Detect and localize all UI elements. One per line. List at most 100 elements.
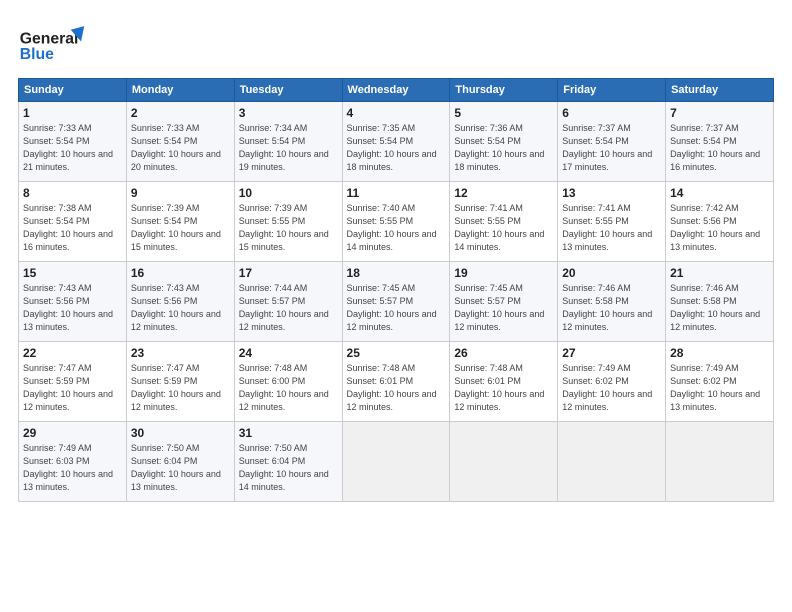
calendar-table: Sunday Monday Tuesday Wednesday Thursday…	[18, 78, 774, 502]
calendar-cell: 23 Sunrise: 7:47 AM Sunset: 5:59 PM Dayl…	[126, 342, 234, 422]
day-number: 12	[454, 186, 553, 200]
day-info: Sunrise: 7:46 AM Sunset: 5:58 PM Dayligh…	[670, 282, 769, 334]
calendar-cell: 30 Sunrise: 7:50 AM Sunset: 6:04 PM Dayl…	[126, 422, 234, 502]
day-info: Sunrise: 7:38 AM Sunset: 5:54 PM Dayligh…	[23, 202, 122, 254]
day-number: 11	[347, 186, 446, 200]
day-info: Sunrise: 7:48 AM Sunset: 6:01 PM Dayligh…	[347, 362, 446, 414]
calendar-cell	[342, 422, 450, 502]
header-saturday: Saturday	[666, 79, 774, 102]
day-info: Sunrise: 7:35 AM Sunset: 5:54 PM Dayligh…	[347, 122, 446, 174]
day-number: 30	[131, 426, 230, 440]
calendar-cell: 1 Sunrise: 7:33 AM Sunset: 5:54 PM Dayli…	[19, 102, 127, 182]
calendar-cell: 28 Sunrise: 7:49 AM Sunset: 6:02 PM Dayl…	[666, 342, 774, 422]
logo-svg: General Blue	[18, 18, 88, 68]
calendar-cell: 3 Sunrise: 7:34 AM Sunset: 5:54 PM Dayli…	[234, 102, 342, 182]
day-number: 7	[670, 106, 769, 120]
calendar-row-5: 29 Sunrise: 7:49 AM Sunset: 6:03 PM Dayl…	[19, 422, 774, 502]
day-info: Sunrise: 7:37 AM Sunset: 5:54 PM Dayligh…	[670, 122, 769, 174]
day-info: Sunrise: 7:49 AM Sunset: 6:03 PM Dayligh…	[23, 442, 122, 494]
day-info: Sunrise: 7:39 AM Sunset: 5:54 PM Dayligh…	[131, 202, 230, 254]
calendar-header-row: Sunday Monday Tuesday Wednesday Thursday…	[19, 79, 774, 102]
day-number: 9	[131, 186, 230, 200]
calendar-cell: 27 Sunrise: 7:49 AM Sunset: 6:02 PM Dayl…	[558, 342, 666, 422]
day-number: 17	[239, 266, 338, 280]
header-tuesday: Tuesday	[234, 79, 342, 102]
calendar-cell	[450, 422, 558, 502]
day-number: 3	[239, 106, 338, 120]
day-info: Sunrise: 7:34 AM Sunset: 5:54 PM Dayligh…	[239, 122, 338, 174]
calendar-cell: 29 Sunrise: 7:49 AM Sunset: 6:03 PM Dayl…	[19, 422, 127, 502]
day-number: 20	[562, 266, 661, 280]
calendar-row-1: 1 Sunrise: 7:33 AM Sunset: 5:54 PM Dayli…	[19, 102, 774, 182]
calendar-cell: 12 Sunrise: 7:41 AM Sunset: 5:55 PM Dayl…	[450, 182, 558, 262]
day-info: Sunrise: 7:33 AM Sunset: 5:54 PM Dayligh…	[131, 122, 230, 174]
calendar-row-3: 15 Sunrise: 7:43 AM Sunset: 5:56 PM Dayl…	[19, 262, 774, 342]
day-number: 5	[454, 106, 553, 120]
day-info: Sunrise: 7:48 AM Sunset: 6:00 PM Dayligh…	[239, 362, 338, 414]
calendar-cell: 2 Sunrise: 7:33 AM Sunset: 5:54 PM Dayli…	[126, 102, 234, 182]
logo: General Blue	[18, 18, 88, 68]
header-sunday: Sunday	[19, 79, 127, 102]
header: General Blue	[18, 18, 774, 68]
day-info: Sunrise: 7:44 AM Sunset: 5:57 PM Dayligh…	[239, 282, 338, 334]
calendar-cell: 11 Sunrise: 7:40 AM Sunset: 5:55 PM Dayl…	[342, 182, 450, 262]
day-info: Sunrise: 7:40 AM Sunset: 5:55 PM Dayligh…	[347, 202, 446, 254]
day-number: 4	[347, 106, 446, 120]
day-info: Sunrise: 7:43 AM Sunset: 5:56 PM Dayligh…	[131, 282, 230, 334]
day-number: 27	[562, 346, 661, 360]
day-number: 28	[670, 346, 769, 360]
day-number: 25	[347, 346, 446, 360]
day-info: Sunrise: 7:49 AM Sunset: 6:02 PM Dayligh…	[562, 362, 661, 414]
calendar-cell: 8 Sunrise: 7:38 AM Sunset: 5:54 PM Dayli…	[19, 182, 127, 262]
day-number: 29	[23, 426, 122, 440]
day-info: Sunrise: 7:42 AM Sunset: 5:56 PM Dayligh…	[670, 202, 769, 254]
calendar-cell: 24 Sunrise: 7:48 AM Sunset: 6:00 PM Dayl…	[234, 342, 342, 422]
day-info: Sunrise: 7:47 AM Sunset: 5:59 PM Dayligh…	[23, 362, 122, 414]
calendar-cell: 19 Sunrise: 7:45 AM Sunset: 5:57 PM Dayl…	[450, 262, 558, 342]
header-friday: Friday	[558, 79, 666, 102]
day-number: 6	[562, 106, 661, 120]
day-number: 18	[347, 266, 446, 280]
svg-text:Blue: Blue	[20, 46, 54, 63]
day-info: Sunrise: 7:46 AM Sunset: 5:58 PM Dayligh…	[562, 282, 661, 334]
day-info: Sunrise: 7:45 AM Sunset: 5:57 PM Dayligh…	[347, 282, 446, 334]
day-info: Sunrise: 7:36 AM Sunset: 5:54 PM Dayligh…	[454, 122, 553, 174]
calendar-cell: 4 Sunrise: 7:35 AM Sunset: 5:54 PM Dayli…	[342, 102, 450, 182]
calendar-cell: 9 Sunrise: 7:39 AM Sunset: 5:54 PM Dayli…	[126, 182, 234, 262]
calendar-cell: 10 Sunrise: 7:39 AM Sunset: 5:55 PM Dayl…	[234, 182, 342, 262]
day-info: Sunrise: 7:39 AM Sunset: 5:55 PM Dayligh…	[239, 202, 338, 254]
day-number: 24	[239, 346, 338, 360]
day-number: 23	[131, 346, 230, 360]
day-info: Sunrise: 7:41 AM Sunset: 5:55 PM Dayligh…	[454, 202, 553, 254]
calendar-row-4: 22 Sunrise: 7:47 AM Sunset: 5:59 PM Dayl…	[19, 342, 774, 422]
calendar-cell: 6 Sunrise: 7:37 AM Sunset: 5:54 PM Dayli…	[558, 102, 666, 182]
day-info: Sunrise: 7:47 AM Sunset: 5:59 PM Dayligh…	[131, 362, 230, 414]
day-info: Sunrise: 7:50 AM Sunset: 6:04 PM Dayligh…	[131, 442, 230, 494]
svg-text:General: General	[20, 30, 79, 47]
day-number: 10	[239, 186, 338, 200]
calendar-row-2: 8 Sunrise: 7:38 AM Sunset: 5:54 PM Dayli…	[19, 182, 774, 262]
day-info: Sunrise: 7:45 AM Sunset: 5:57 PM Dayligh…	[454, 282, 553, 334]
day-number: 14	[670, 186, 769, 200]
day-number: 8	[23, 186, 122, 200]
header-wednesday: Wednesday	[342, 79, 450, 102]
calendar-cell: 13 Sunrise: 7:41 AM Sunset: 5:55 PM Dayl…	[558, 182, 666, 262]
calendar-cell: 5 Sunrise: 7:36 AM Sunset: 5:54 PM Dayli…	[450, 102, 558, 182]
day-number: 19	[454, 266, 553, 280]
day-number: 26	[454, 346, 553, 360]
calendar-cell	[558, 422, 666, 502]
calendar-cell: 14 Sunrise: 7:42 AM Sunset: 5:56 PM Dayl…	[666, 182, 774, 262]
day-info: Sunrise: 7:49 AM Sunset: 6:02 PM Dayligh…	[670, 362, 769, 414]
day-number: 31	[239, 426, 338, 440]
calendar-cell: 20 Sunrise: 7:46 AM Sunset: 5:58 PM Dayl…	[558, 262, 666, 342]
calendar-cell: 16 Sunrise: 7:43 AM Sunset: 5:56 PM Dayl…	[126, 262, 234, 342]
day-info: Sunrise: 7:50 AM Sunset: 6:04 PM Dayligh…	[239, 442, 338, 494]
day-info: Sunrise: 7:41 AM Sunset: 5:55 PM Dayligh…	[562, 202, 661, 254]
day-info: Sunrise: 7:48 AM Sunset: 6:01 PM Dayligh…	[454, 362, 553, 414]
calendar-cell: 26 Sunrise: 7:48 AM Sunset: 6:01 PM Dayl…	[450, 342, 558, 422]
page: General Blue Sunday Monday Tuesday Wedne…	[0, 0, 792, 612]
calendar-cell: 25 Sunrise: 7:48 AM Sunset: 6:01 PM Dayl…	[342, 342, 450, 422]
day-info: Sunrise: 7:37 AM Sunset: 5:54 PM Dayligh…	[562, 122, 661, 174]
calendar-cell: 18 Sunrise: 7:45 AM Sunset: 5:57 PM Dayl…	[342, 262, 450, 342]
calendar-cell: 31 Sunrise: 7:50 AM Sunset: 6:04 PM Dayl…	[234, 422, 342, 502]
